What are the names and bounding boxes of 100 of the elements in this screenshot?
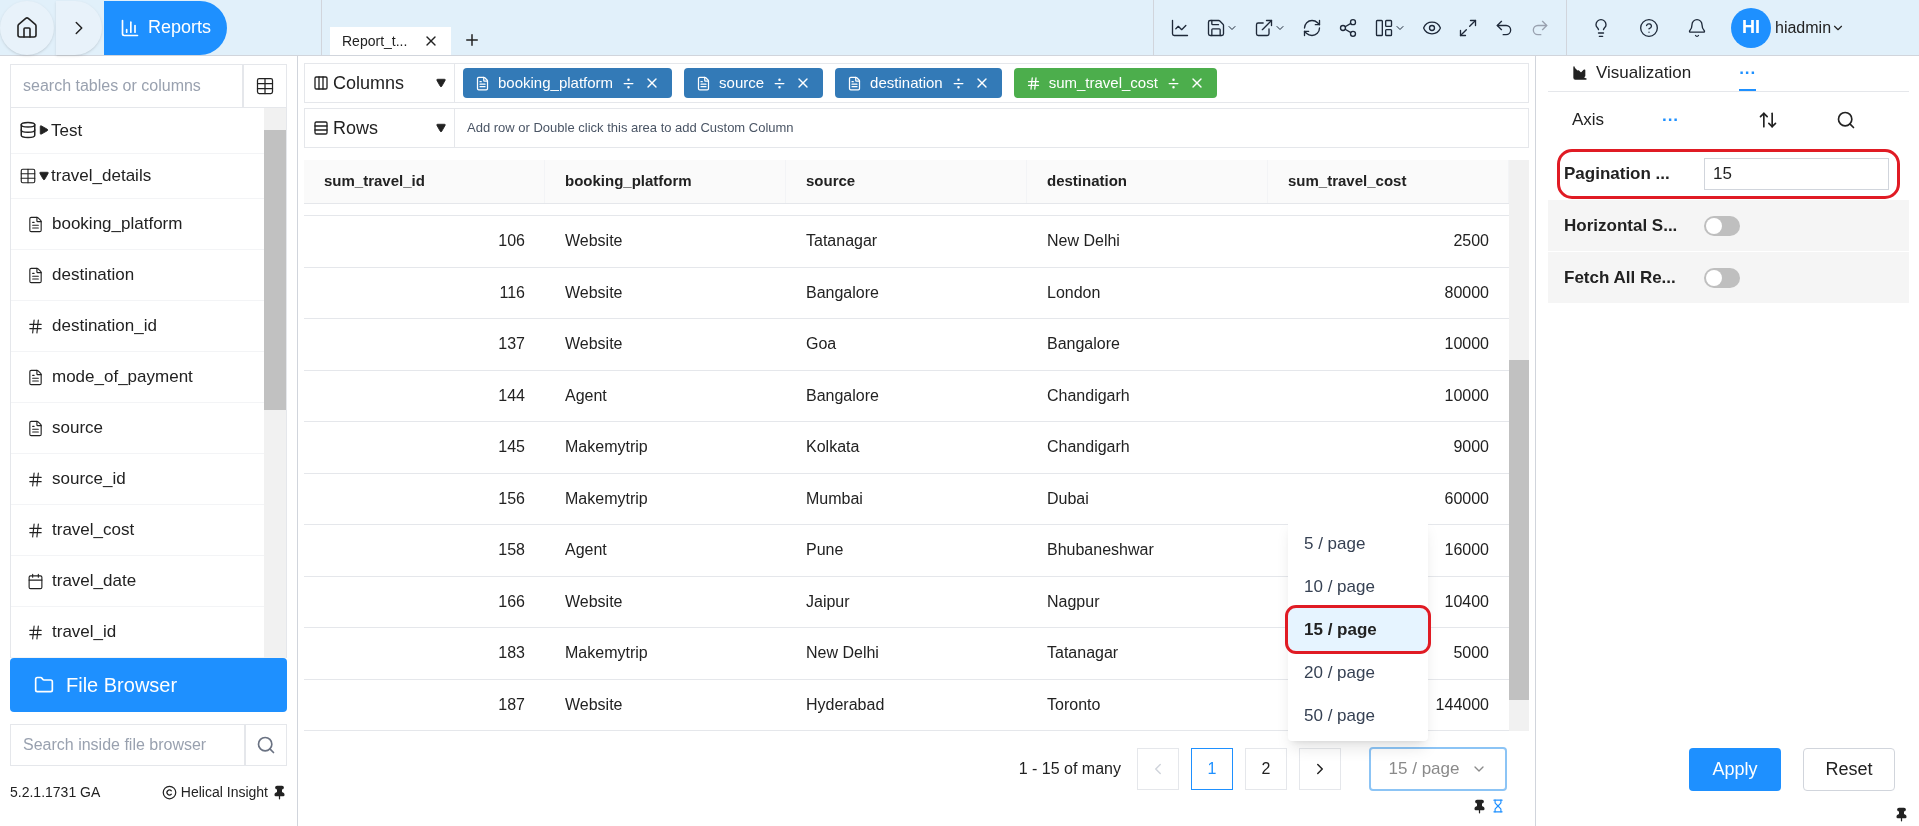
copyright-icon bbox=[161, 785, 177, 800]
pin-icon[interactable] bbox=[1894, 807, 1909, 822]
table-cell-text: Pune bbox=[806, 540, 844, 561]
page-size-select[interactable]: 15 / page bbox=[1369, 747, 1507, 791]
table-cell-text: 144 bbox=[498, 385, 525, 406]
number-field-icon bbox=[27, 317, 44, 335]
tree-node[interactable]: Test bbox=[11, 108, 264, 154]
table-cell-text: 2500 bbox=[1453, 231, 1489, 252]
table-cell-text: Makemytrip bbox=[565, 643, 648, 664]
table-cell-text: 156 bbox=[498, 488, 525, 509]
column-pill[interactable]: source bbox=[684, 68, 824, 98]
table-cell-text: Agent bbox=[565, 540, 607, 561]
help-icon bbox=[1639, 17, 1659, 38]
column-header[interactable]: booking_platform bbox=[545, 160, 786, 203]
search-icon[interactable] bbox=[1836, 110, 1856, 130]
axis-label[interactable]: Axis bbox=[1572, 107, 1662, 133]
table-cell-text: Website bbox=[565, 591, 623, 612]
brand-text: Helical Insight bbox=[180, 783, 268, 802]
table-cell-text: Website bbox=[565, 231, 623, 252]
table-cell-text: Website bbox=[565, 694, 623, 715]
page-button[interactable]: 2 bbox=[1245, 748, 1287, 790]
table-cell-text: 10000 bbox=[1444, 385, 1489, 406]
table-cell-text: 16000 bbox=[1444, 540, 1489, 561]
file-search-field[interactable]: Search inside file browser bbox=[10, 724, 245, 766]
text-field-icon bbox=[27, 368, 44, 386]
table-cell-text: Nagpur bbox=[1047, 591, 1100, 612]
columns-label: Columns bbox=[333, 71, 405, 95]
page-size-option[interactable]: 15 / page bbox=[1288, 608, 1428, 651]
pin-icon[interactable] bbox=[272, 785, 287, 800]
reset-button[interactable]: Reset bbox=[1803, 748, 1895, 791]
search-button[interactable] bbox=[245, 724, 287, 766]
sort-icon[interactable] bbox=[1758, 110, 1778, 130]
share-icon bbox=[1338, 17, 1358, 38]
text-field-icon bbox=[27, 215, 44, 233]
area-chart-icon bbox=[1572, 64, 1588, 81]
report-tab[interactable]: Report_t... bbox=[330, 27, 452, 55]
column-header[interactable]: destination bbox=[1027, 160, 1268, 203]
table-cell-text: Tatanagar bbox=[806, 231, 878, 252]
pagination-summary: 1 - 15 of many bbox=[1018, 759, 1121, 779]
page-size-option[interactable]: 5 / page bbox=[1288, 522, 1428, 565]
scrollbar[interactable] bbox=[1509, 160, 1529, 731]
bar-chart-icon bbox=[120, 17, 140, 38]
table-cell-text: 144000 bbox=[1435, 694, 1489, 715]
visualization-tab[interactable]: Visualization bbox=[1572, 56, 1692, 91]
table-cell-text: Bangalore bbox=[806, 385, 879, 406]
grid-icon bbox=[255, 76, 275, 96]
columns-icon bbox=[313, 75, 329, 91]
dropdown-caret-icon[interactable] bbox=[436, 123, 446, 133]
table-cell-text: Hyderabad bbox=[806, 694, 885, 715]
pagination-size-input[interactable]: 15 bbox=[1704, 158, 1889, 190]
table-cell-text: Tatanagar bbox=[1047, 643, 1119, 664]
table-cell-text: Bhubaneshwar bbox=[1047, 540, 1154, 561]
table-cell-text: 80000 bbox=[1444, 282, 1489, 303]
pin-icon[interactable] bbox=[1472, 799, 1487, 814]
text-field-icon bbox=[27, 419, 44, 437]
toggle-switch[interactable] bbox=[1704, 267, 1740, 288]
divide-icon[interactable] bbox=[772, 75, 788, 91]
table-cell-text: Bangalore bbox=[1047, 334, 1120, 355]
column-pill[interactable]: booking_platform bbox=[463, 68, 673, 98]
dropdown-caret-icon[interactable] bbox=[436, 78, 446, 88]
page-size-option[interactable]: 10 / page bbox=[1288, 565, 1428, 608]
layout-icon bbox=[1374, 17, 1394, 38]
column-header[interactable]: sum_travel_id bbox=[304, 160, 545, 203]
home-button[interactable] bbox=[0, 0, 54, 55]
folder-icon bbox=[34, 675, 54, 695]
divide-icon[interactable] bbox=[1165, 75, 1181, 91]
number-field-icon bbox=[27, 521, 44, 539]
column-header[interactable]: source bbox=[786, 160, 1027, 203]
toggle-switch[interactable] bbox=[1704, 215, 1740, 236]
user-menu[interactable]: hiadmin bbox=[1775, 15, 1846, 40]
search-icon bbox=[256, 735, 276, 755]
version-text: 5.2.1.1731 GA bbox=[10, 783, 101, 802]
page-size-option[interactable]: 20 / page bbox=[1288, 651, 1428, 694]
table-cell-text: New Delhi bbox=[1047, 231, 1120, 252]
rows-label: Rows bbox=[333, 116, 378, 140]
table-cell-text: 116 bbox=[499, 282, 525, 303]
refresh-icon bbox=[1302, 17, 1322, 38]
table-cell-text: 137 bbox=[498, 334, 525, 355]
export-icon bbox=[1254, 17, 1274, 38]
table-icon bbox=[19, 166, 37, 185]
divide-icon[interactable] bbox=[950, 75, 966, 91]
table-cell-text: Agent bbox=[565, 385, 607, 406]
divide-icon[interactable] bbox=[621, 75, 637, 91]
table-cell-text: Makemytrip bbox=[565, 488, 648, 509]
table-cell-text: 106 bbox=[498, 231, 525, 252]
table-cell-text: 158 bbox=[498, 540, 525, 561]
table-cell-text: Bangalore bbox=[806, 282, 879, 303]
home-icon bbox=[15, 15, 39, 40]
rows-drop-area[interactable]: Add row or Double click this area to add Custom Column bbox=[455, 109, 806, 147]
table-view-button[interactable] bbox=[243, 64, 287, 108]
table-cell-text: Chandigarh bbox=[1047, 385, 1130, 406]
page-size-option[interactable]: 50 / page bbox=[1288, 694, 1428, 737]
column-pill[interactable]: destination bbox=[835, 68, 1002, 98]
table-cell-text: 5000 bbox=[1453, 643, 1489, 664]
table-cell-text: Goa bbox=[806, 334, 837, 355]
search-field[interactable]: search tables or columns bbox=[10, 64, 243, 108]
scrollbar[interactable] bbox=[264, 108, 286, 658]
table-cell-text: Kolkata bbox=[806, 437, 860, 458]
number-field-icon bbox=[27, 623, 44, 641]
text-field-icon bbox=[696, 75, 712, 91]
